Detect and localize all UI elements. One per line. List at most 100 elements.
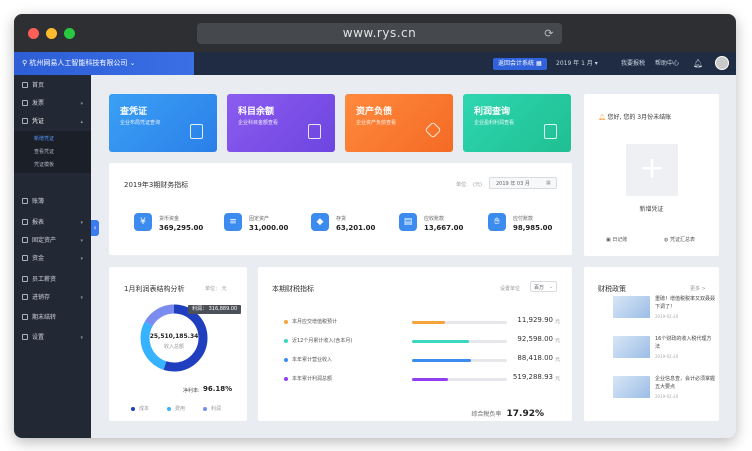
- sidebar-item-ledger[interactable]: 账簿: [14, 193, 91, 211]
- news-date: 2019-02-20: [655, 314, 679, 319]
- unit-select[interactable]: 百万 ⌄: [530, 281, 557, 292]
- legend-expense-swatch: [167, 407, 171, 411]
- address-bar[interactable]: www.rys.cn ⟳: [197, 23, 562, 44]
- avatar[interactable]: [715, 56, 729, 70]
- card-query-voucher[interactable]: 查凭证 企业布局凭证查询: [109, 94, 217, 152]
- sidebar-item-invoice[interactable]: 发票 ▾: [14, 95, 91, 113]
- chevron-up-icon: ▴: [80, 119, 83, 125]
- chevron-down-icon: ▾: [594, 60, 598, 67]
- news-thumbnail[interactable]: [613, 336, 650, 358]
- chevron-down-icon: ▾: [80, 238, 83, 244]
- period-picker[interactable]: 2019 年 03 月 ▦: [489, 177, 557, 189]
- indicator-dot: [284, 358, 288, 362]
- kpi-label: 固定资产: [249, 216, 270, 222]
- donut-center-label: 收入总额: [163, 344, 184, 350]
- report-icon: [22, 219, 28, 225]
- kpi-label: 应收账款: [424, 216, 445, 222]
- panel-title: 1月利润表结构分析: [124, 285, 185, 293]
- news-title[interactable]: 企业信息查，会计必须掌握五大要点: [655, 375, 715, 391]
- company-switcher[interactable]: ⚲ 杭州网易人工智能科技有限公司 ⌄: [14, 52, 194, 75]
- indicator-label: 近12个月累计收入(含本月): [292, 338, 353, 344]
- new-voucher-button[interactable]: +: [626, 144, 678, 196]
- app-window: www.rys.cn ⟳ ⚲ 杭州网易人工智能科技有限公司 ⌄ 返回会计系统 ▦…: [14, 14, 736, 438]
- bell-icon[interactable]: 🔔︎: [693, 52, 703, 75]
- sidebar-item-reports[interactable]: 报表 ▾: [14, 214, 91, 232]
- submenu-new-voucher[interactable]: 新增凭证: [14, 133, 91, 146]
- chevron-down-icon: ▾: [80, 295, 83, 301]
- sidebar-item-fixed-assets[interactable]: 固定资产 ▾: [14, 232, 91, 250]
- chevron-down-icon: ▾: [80, 335, 83, 341]
- indicator-unit: 元: [555, 357, 561, 363]
- sidebar-item-settings[interactable]: 设置 ▾: [14, 329, 91, 347]
- indicator-label: 本月应交增值税预计: [292, 319, 338, 325]
- news-date: 2019-02-20: [655, 394, 679, 399]
- sidebar-item-inventory[interactable]: 进销存 ▾: [14, 289, 91, 307]
- new-voucher-label: 新增凭证: [639, 206, 664, 213]
- card-profit-query[interactable]: 利润查询 企业盈利利润查看: [463, 94, 571, 152]
- chevron-down-icon: ⌄: [129, 59, 136, 67]
- help-center-link[interactable]: 帮助中心: [655, 52, 679, 75]
- unit-label: 单位： 元: [205, 286, 227, 292]
- news-title[interactable]: 重磅！增值税税率又双叒叕下调了！: [655, 295, 715, 311]
- sidebar-collapse-button[interactable]: ‹: [91, 220, 99, 236]
- chart-icon: [544, 124, 557, 139]
- list-icon: ◍: [664, 237, 669, 243]
- book-icon: ▣: [606, 237, 611, 243]
- reload-icon[interactable]: ⟳: [544, 23, 554, 44]
- voucher-summary-link[interactable]: ◍ 凭证汇总表: [664, 236, 695, 243]
- grid-icon: ▦: [535, 60, 542, 67]
- news-title[interactable]: 16个财政的收入税代理方法: [655, 335, 715, 351]
- panel-title: 财税政策: [598, 285, 626, 293]
- unit-value: (元): [473, 182, 482, 188]
- sidebar-item-funds[interactable]: 资金 ▾: [14, 250, 91, 268]
- company-name: 杭州网易人工智能科技有限公司: [29, 59, 128, 67]
- calendar-icon: ▦: [546, 180, 551, 186]
- daily-note-link[interactable]: ▣ 日记账: [606, 236, 627, 243]
- indicator-row: 本月应交增值税预计 11,929.90 元: [284, 316, 574, 328]
- indicator-progress-fill: [412, 321, 446, 324]
- indicator-progress-fill: [412, 378, 449, 381]
- indicator-progress: [412, 340, 507, 343]
- sidebar-item-salary[interactable]: 员工薪资: [14, 271, 91, 289]
- period-selector[interactable]: 2019 年 1 月 ▾: [556, 52, 598, 75]
- card-balance-sheet[interactable]: 资产负债 企业资产负债查看: [345, 94, 453, 152]
- my-reports-link[interactable]: 我要报税: [621, 52, 645, 75]
- people-icon: [22, 276, 28, 282]
- margin-label: 净利率:: [183, 388, 200, 394]
- minimize-window-button[interactable]: [46, 28, 57, 39]
- sidebar-item-period-end[interactable]: 期末结转: [14, 309, 91, 327]
- submenu-voucher-template[interactable]: 凭证模板: [14, 159, 91, 172]
- chevron-down-icon: ⌄: [549, 284, 554, 290]
- sidebar-item-voucher[interactable]: 凭证 ▴: [14, 113, 91, 131]
- unit-setting-label: 设置单位: [500, 286, 521, 292]
- profit-structure-panel: 1月利润表结构分析 单位： 元 利润： 316,889.00 25,510,18…: [109, 267, 247, 421]
- maximize-window-button[interactable]: [64, 28, 75, 39]
- return-accounting-button[interactable]: 返回会计系统 ▦: [493, 58, 547, 70]
- invoice-icon: [22, 100, 28, 106]
- donut-center-value: 25,510,185.34: [149, 333, 199, 340]
- news-thumbnail[interactable]: [613, 296, 650, 318]
- chart-tooltip: 利润： 316,889.00: [188, 305, 242, 314]
- indicator-unit: 元: [555, 376, 561, 382]
- news-thumbnail[interactable]: [613, 376, 650, 398]
- close-window-button[interactable]: [28, 28, 39, 39]
- sidebar-item-home[interactable]: 首页: [14, 77, 91, 95]
- location-pin-icon: ⚲: [22, 59, 28, 67]
- news-date: 2019-02-20: [655, 354, 679, 359]
- kpi-label: 货币资金: [159, 216, 180, 222]
- indicator-dot: [284, 320, 288, 324]
- card-account-balance[interactable]: 科目余额 企业科目金额查看: [227, 94, 335, 152]
- unit-label: 单位:: [456, 182, 468, 188]
- inventory-icon: [22, 294, 28, 300]
- kpi-value: 369,295.00: [159, 224, 204, 232]
- more-link[interactable]: 更多 >: [690, 285, 706, 292]
- legend-cost: 成本: [139, 406, 150, 412]
- hand-coin-icon: ✋︎: [488, 213, 506, 231]
- indicator-progress: [412, 378, 507, 381]
- browser-titlebar: www.rys.cn ⟳: [14, 14, 736, 52]
- kpi-label: 应付账款: [513, 216, 534, 222]
- database-icon: ≡: [224, 213, 242, 231]
- url-text: www.rys.cn: [342, 26, 417, 40]
- tax-rate-value: 17.92%: [506, 409, 545, 419]
- submenu-view-voucher[interactable]: 查看凭证: [14, 146, 91, 159]
